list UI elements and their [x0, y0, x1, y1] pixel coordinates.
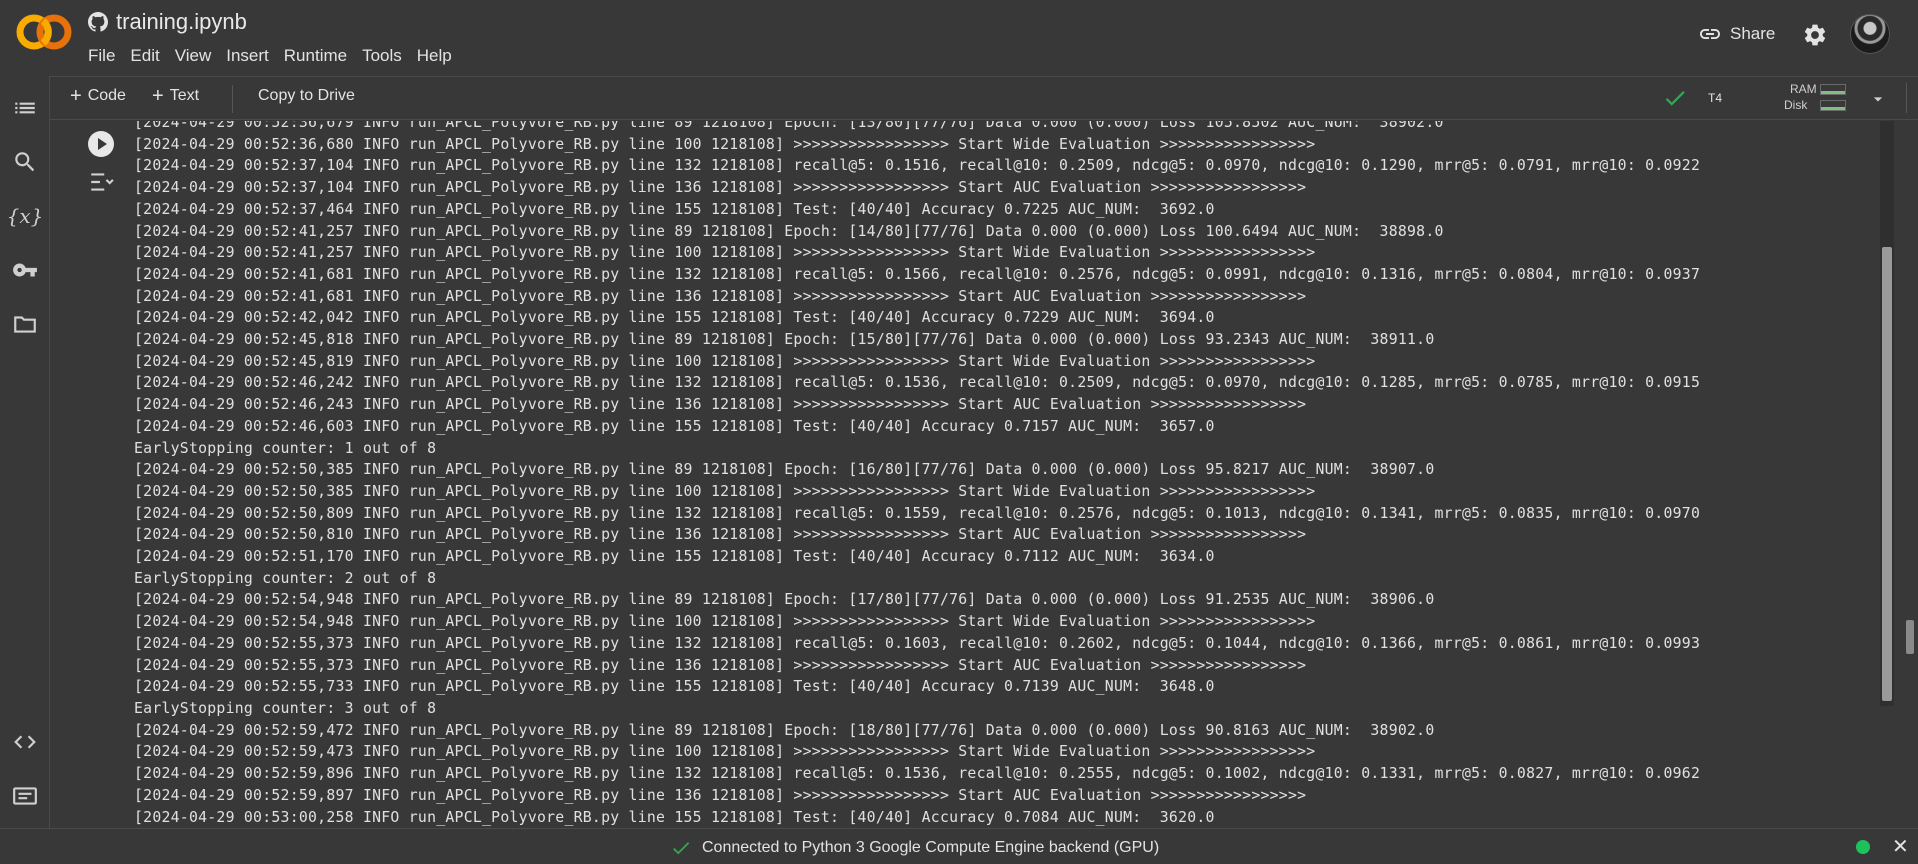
menu-file[interactable]: File [88, 44, 122, 68]
output-line: [2024-04-29 00:52:36,679 INFO run_APCL_P… [134, 121, 1444, 131]
output-line: [2024-04-29 00:52:59,472 INFO run_APCL_P… [134, 721, 1435, 739]
output-text: [2024-04-29 00:52:36,679 INFO run_APCL_P… [134, 121, 1700, 828]
output-line: [2024-04-29 00:52:50,810 INFO run_APCL_P… [134, 526, 1307, 544]
output-line: [2024-04-29 00:52:41,257 INFO run_APCL_P… [134, 222, 1444, 240]
scrollbar-thumb[interactable] [1882, 247, 1892, 701]
output-line: [2024-04-29 00:52:54,948 INFO run_APCL_P… [134, 591, 1435, 609]
close-icon[interactable]: ✕ [1892, 837, 1909, 857]
output-line: [2024-04-29 00:52:36,680 INFO run_APCL_P… [134, 135, 1316, 153]
runtime-type-label[interactable]: T4 [1708, 91, 1722, 105]
ram-bar [1820, 84, 1846, 95]
output-line: [2024-04-29 00:52:55,733 INFO run_APCL_P… [134, 678, 1215, 696]
key-icon[interactable] [11, 256, 39, 284]
menu-help[interactable]: Help [417, 44, 459, 68]
output-line: [2024-04-29 00:52:59,896 INFO run_APCL_P… [134, 765, 1701, 783]
menu-insert[interactable]: Insert [226, 44, 276, 68]
output-line: [2024-04-29 00:52:41,681 INFO run_APCL_P… [134, 265, 1701, 283]
output-scrollbar[interactable] [1880, 121, 1894, 706]
variables-icon[interactable]: {x} [7, 202, 44, 230]
output-line: [2024-04-29 00:52:46,243 INFO run_APCL_P… [134, 396, 1307, 414]
toolbar-divider [232, 85, 233, 113]
menu-edit[interactable]: Edit [130, 44, 166, 68]
output-line: [2024-04-29 00:52:54,948 INFO run_APCL_P… [134, 613, 1316, 631]
output-line: [2024-04-29 00:52:41,257 INFO run_APCL_P… [134, 244, 1316, 262]
status-text: Connected to Python 3 Google Compute Eng… [702, 839, 1160, 856]
output-line: [2024-04-29 00:52:45,818 INFO run_APCL_P… [134, 331, 1435, 349]
connection-status[interactable]: Connected to Python 3 Google Compute Eng… [670, 837, 1159, 859]
output-line: EarlyStopping counter: 3 out of 8 [134, 699, 437, 717]
output-line: [2024-04-29 00:52:41,681 INFO run_APCL_P… [134, 287, 1307, 305]
link-icon [1700, 29, 1720, 39]
output-line: [2024-04-29 00:52:59,473 INFO run_APCL_P… [134, 743, 1316, 761]
menu-tools[interactable]: Tools [362, 44, 409, 68]
avatar[interactable] [1850, 14, 1890, 54]
add-code-button[interactable]: + Code [70, 85, 126, 107]
colab-logo[interactable] [14, 12, 74, 52]
output-line: [2024-04-29 00:52:59,897 INFO run_APCL_P… [134, 786, 1307, 804]
github-icon [88, 12, 108, 32]
share-button[interactable]: Share [1698, 22, 1775, 46]
run-cell-button[interactable] [88, 131, 114, 157]
output-line: [2024-04-29 00:52:51,170 INFO run_APCL_P… [134, 548, 1215, 566]
output-line: [2024-04-29 00:52:50,385 INFO run_APCL_P… [134, 482, 1316, 500]
output-line: [2024-04-29 00:52:55,373 INFO run_APCL_P… [134, 656, 1307, 674]
disk-label: Disk [1784, 98, 1808, 112]
folder-icon[interactable] [11, 310, 39, 338]
code-cell: [2024-04-29 00:52:36,679 INFO run_APCL_P… [50, 121, 1918, 828]
output-line: EarlyStopping counter: 1 out of 8 [134, 439, 437, 457]
status-bar: Connected to Python 3 Google Compute Eng… [0, 828, 1918, 864]
add-text-button[interactable]: + Text [152, 85, 200, 107]
copy-to-drive-label: Copy to Drive [258, 87, 355, 104]
ram-label: RAM [1790, 82, 1817, 96]
output-line: EarlyStopping counter: 2 out of 8 [134, 569, 437, 587]
menu-bar: File Edit View Insert Runtime Tools Help [88, 44, 467, 68]
notebook-title[interactable]: training.ipynb [116, 9, 247, 35]
output-line: [2024-04-29 00:52:55,373 INFO run_APCL_P… [134, 634, 1701, 652]
plus-icon: + [70, 85, 82, 107]
output-line: [2024-04-29 00:52:50,385 INFO run_APCL_P… [134, 461, 1435, 479]
notebook-toolbar: + Code + Text Copy to Drive T4 RAM Disk [50, 76, 1918, 120]
output-line: [2024-04-29 00:52:37,104 INFO run_APCL_P… [134, 157, 1701, 175]
output-line: [2024-04-29 00:52:50,809 INFO run_APCL_P… [134, 504, 1701, 522]
search-icon[interactable] [11, 148, 39, 176]
output-line: [2024-04-29 00:52:37,104 INFO run_APCL_P… [134, 179, 1307, 197]
terminal-icon[interactable] [11, 782, 39, 810]
check-icon [1665, 91, 1685, 106]
left-sidebar: {x} [0, 76, 50, 828]
output-line: [2024-04-29 00:52:37,464 INFO run_APCL_P… [134, 200, 1215, 218]
output-line: [2024-04-29 00:52:42,042 INFO run_APCL_P… [134, 309, 1215, 327]
share-label: Share [1730, 24, 1776, 43]
plus-icon: + [152, 85, 164, 107]
code-snippets-icon[interactable] [11, 728, 39, 756]
add-code-label: Code [87, 87, 126, 104]
output-actions-icon[interactable] [88, 169, 114, 195]
status-indicator-dot [1856, 840, 1870, 854]
toolbar-divider [1906, 83, 1907, 113]
cell-output[interactable]: [2024-04-29 00:52:36,679 INFO run_APCL_P… [134, 121, 1876, 828]
app-header: training.ipynb File Edit View Insert Run… [0, 0, 1918, 74]
disk-bar [1820, 100, 1846, 111]
chevron-down-icon[interactable] [1868, 89, 1888, 109]
output-line: [2024-04-29 00:52:45,819 INFO run_APCL_P… [134, 352, 1316, 370]
notebook-scrollbar-thumb[interactable] [1906, 620, 1914, 654]
toc-icon[interactable] [11, 94, 39, 122]
gear-icon[interactable] [1802, 22, 1828, 48]
check-icon [673, 842, 690, 855]
menu-view[interactable]: View [175, 44, 219, 68]
menu-runtime[interactable]: Runtime [284, 44, 354, 68]
output-line: [2024-04-29 00:52:46,242 INFO run_APCL_P… [134, 374, 1701, 392]
output-line: [2024-04-29 00:53:00,258 INFO run_APCL_P… [134, 808, 1215, 826]
copy-to-drive-button[interactable]: Copy to Drive [258, 87, 355, 105]
add-text-label: Text [169, 87, 200, 104]
resources-indicator[interactable]: RAM Disk [1784, 81, 1817, 113]
title-row: training.ipynb [88, 8, 247, 36]
output-line: [2024-04-29 00:52:46,603 INFO run_APCL_P… [134, 417, 1215, 435]
